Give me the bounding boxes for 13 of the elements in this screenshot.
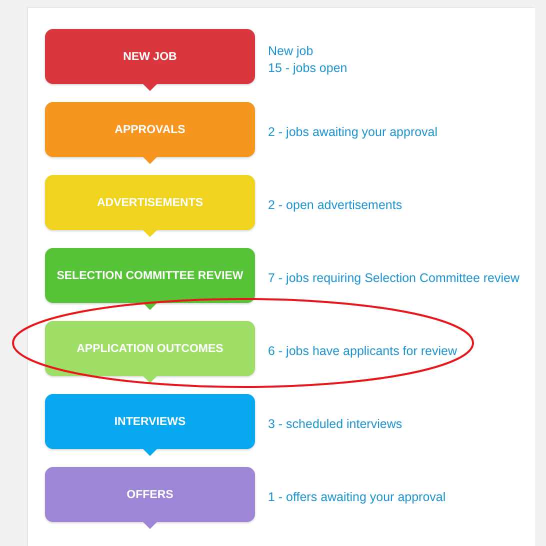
step-button[interactable]: INTERVIEWS [45, 394, 255, 456]
step-button[interactable]: OFFERS [45, 467, 255, 529]
status-link[interactable]: 2 - jobs awaiting your approval [268, 124, 438, 141]
status-link[interactable]: 1 - offers awaiting your approval [268, 489, 446, 506]
step-button[interactable]: NEW JOB [45, 29, 255, 91]
status-link[interactable]: 7 - jobs requiring Selection Committee review [268, 270, 520, 287]
status-link[interactable]: 3 - scheduled interviews [268, 416, 402, 433]
status-link[interactable]: 15 - jobs open [268, 60, 348, 76]
status-link[interactable]: New job [268, 42, 348, 60]
step-button[interactable]: SELECTION COMMITTEE REVIEW [45, 248, 255, 310]
status-link[interactable]: 6 - jobs have applicants for review [268, 343, 457, 360]
status-link[interactable]: 2 - open advertisements [268, 197, 402, 214]
step-button[interactable]: APPROVALS [45, 102, 255, 164]
